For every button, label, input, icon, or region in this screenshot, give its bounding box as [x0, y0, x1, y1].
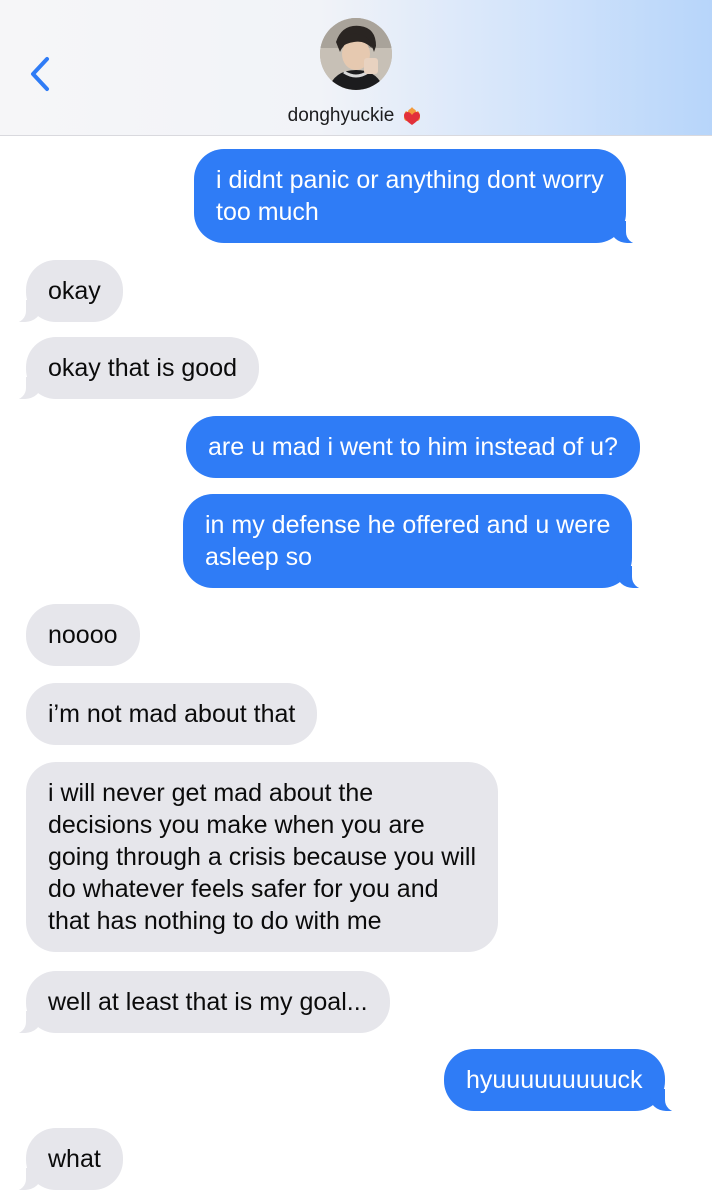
message-bubble-incoming[interactable]: well at least that is my goal... [9, 971, 390, 1034]
back-button[interactable] [22, 52, 58, 96]
message-bubble-incoming[interactable]: noooo [26, 604, 140, 666]
contact-title[interactable]: donghyuckie [0, 104, 712, 128]
avatar-photo [320, 18, 392, 90]
message-bubble-outgoing[interactable]: hyuuuuuuuuuck [444, 1049, 682, 1112]
message-bubble-outgoing[interactable]: in my defense he offered and u were asle… [183, 494, 650, 589]
message-text-line: are u mad i went to him instead of u? [208, 433, 618, 461]
message-bubble-incoming[interactable]: okay that is good [8, 337, 260, 400]
message-text-line: i’m not mad about that [48, 700, 296, 728]
message-bubble-incoming[interactable]: okay [9, 260, 123, 323]
conversation-header: donghyuckie [0, 0, 712, 136]
message-text-line: well at least that is my goal... [48, 988, 368, 1016]
message-text-line: okay [48, 277, 101, 305]
message-text-line: i will never get mad about the [48, 779, 374, 807]
message-text-line: noooo [48, 621, 118, 649]
message-text-line: asleep so [205, 543, 313, 571]
message-text-line: okay that is good [48, 354, 238, 382]
message-bubble-incoming[interactable]: what [9, 1128, 123, 1191]
message-bubble-incoming[interactable]: i will never get mad about the decisions… [26, 762, 499, 952]
message-text-line: i didnt panic or anything dont worry [216, 166, 604, 194]
message-text-line: that has nothing to do with me [48, 907, 382, 935]
message-text-line: going through a crisis because you will [48, 843, 477, 871]
message-text-line: do whatever feels safer for you and [48, 875, 439, 903]
message-bubble-outgoing[interactable]: i didnt panic or anything dont worry too… [194, 149, 643, 244]
message-text-line: what [48, 1145, 101, 1173]
message-text-line: in my defense he offered and u were [205, 511, 611, 539]
message-text-line: hyuuuuuuuuuck [466, 1066, 643, 1094]
message-bubble-incoming[interactable]: i’m not mad about that [26, 683, 318, 745]
message-text-line: decisions you make when you are [48, 811, 425, 839]
heart-on-fire-icon [400, 104, 424, 128]
contact-avatar[interactable] [320, 18, 392, 90]
message-text-line: too much [216, 198, 319, 226]
contact-name: donghyuckie [287, 105, 395, 126]
chevron-left-icon [31, 57, 49, 91]
message-bubble-outgoing[interactable]: are u mad i went to him instead of u? [186, 416, 640, 478]
